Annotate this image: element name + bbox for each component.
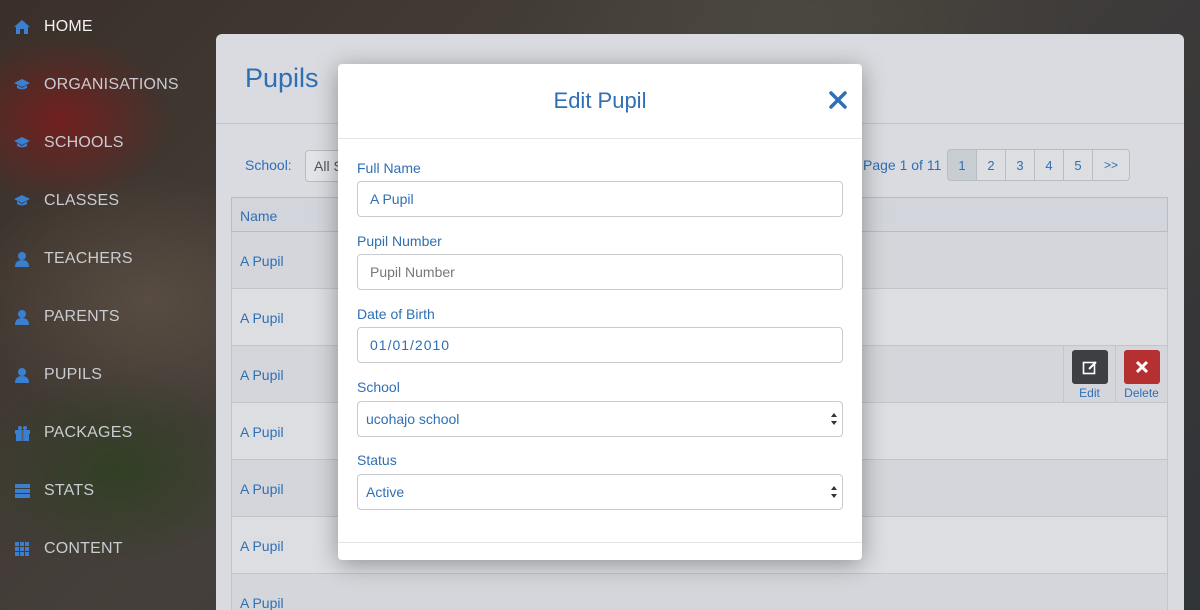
- pupil-name: A Pupil: [240, 481, 284, 497]
- status-label: Status: [357, 452, 397, 468]
- dob-field[interactable]: 01/01/2010: [357, 327, 843, 363]
- page-title: Pupils: [245, 63, 319, 93]
- pupil-name: A Pupil: [240, 538, 284, 554]
- graduation-cap-icon: [0, 137, 44, 149]
- sidebar-item-teachers[interactable]: TEACHERS: [0, 239, 216, 279]
- page-link-2[interactable]: 2: [976, 149, 1006, 181]
- sidebar-item-packages[interactable]: PACKAGES: [0, 413, 216, 453]
- sidebar-item-pupils[interactable]: PUPILS: [0, 355, 216, 395]
- sidebar-item-organisations[interactable]: ORGANISATIONS: [0, 65, 216, 105]
- school-label: School: [357, 379, 400, 395]
- status-select-value: Active: [366, 484, 405, 500]
- pupil-name: A Pupil: [240, 424, 284, 440]
- graduation-cap-icon: [0, 195, 44, 207]
- sidebar-item-label: PUPILS: [44, 366, 103, 383]
- delete-label: Delete: [1124, 386, 1159, 400]
- page-info: Page 1 of 11: [863, 157, 942, 173]
- edit-button[interactable]: Edit: [1063, 346, 1115, 402]
- sidebar-item-label: PACKAGES: [44, 424, 133, 441]
- pupil-name: A Pupil: [240, 310, 284, 326]
- page-link-4[interactable]: 4: [1034, 149, 1064, 181]
- grid-icon: [0, 542, 44, 556]
- close-icon[interactable]: [828, 90, 848, 110]
- pupil-name: A Pupil: [240, 367, 284, 383]
- page-link-1[interactable]: 1: [947, 149, 977, 181]
- select-caret-icon: [831, 486, 837, 498]
- sidebar: HOME ORGANISATIONS SCHOOLS CLASSES TEACH…: [0, 0, 216, 610]
- sidebar-item-label: TEACHERS: [44, 250, 133, 267]
- school-select[interactable]: ucohajo school: [357, 401, 843, 437]
- modal-footer-divider: [338, 542, 862, 543]
- server-icon: [0, 484, 44, 498]
- edit-pupil-modal: Edit Pupil Full Name A Pupil Pupil Numbe…: [338, 64, 862, 560]
- home-icon: [0, 20, 44, 34]
- sidebar-item-schools[interactable]: SCHOOLS: [0, 123, 216, 163]
- status-select[interactable]: Active: [357, 474, 843, 510]
- school-filter-label: School:: [245, 157, 292, 173]
- sidebar-item-label: ORGANISATIONS: [44, 76, 179, 93]
- page-link-next[interactable]: >>: [1092, 149, 1130, 181]
- sidebar-item-label: SCHOOLS: [44, 134, 124, 151]
- modal-title: Edit Pupil: [553, 88, 647, 113]
- sidebar-item-stats[interactable]: STATS: [0, 471, 216, 511]
- graduation-cap-icon: [0, 79, 44, 91]
- page-link-3[interactable]: 3: [1005, 149, 1035, 181]
- sidebar-item-label: CLASSES: [44, 192, 120, 209]
- user-icon: [0, 309, 44, 325]
- delete-button[interactable]: Delete: [1115, 346, 1167, 402]
- pagination: 1 2 3 4 5 >>: [947, 149, 1130, 181]
- user-icon: [0, 251, 44, 267]
- sidebar-item-label: HOME: [44, 18, 93, 35]
- modal-header: Edit Pupil: [338, 64, 862, 139]
- dob-label: Date of Birth: [357, 306, 435, 322]
- sidebar-item-label: CONTENT: [44, 540, 123, 557]
- edit-icon: [1071, 350, 1108, 384]
- close-icon: [1123, 350, 1160, 384]
- edit-label: Edit: [1079, 386, 1100, 400]
- select-caret-icon: [831, 413, 837, 425]
- pupil-number-field[interactable]: Pupil Number: [357, 254, 843, 290]
- sidebar-item-parents[interactable]: PARENTS: [0, 297, 216, 337]
- sidebar-item-content[interactable]: CONTENT: [0, 529, 216, 569]
- full-name-field[interactable]: A Pupil: [357, 181, 843, 217]
- pupil-name: A Pupil: [240, 253, 284, 269]
- pupil-name: A Pupil: [240, 595, 284, 610]
- gift-icon: [0, 425, 44, 441]
- school-select-value: ucohajo school: [366, 411, 460, 427]
- sidebar-item-classes[interactable]: CLASSES: [0, 181, 216, 221]
- sidebar-item-label: STATS: [44, 482, 95, 499]
- row-actions: Edit Delete: [1063, 346, 1167, 402]
- sidebar-item-home[interactable]: HOME: [0, 7, 216, 47]
- sidebar-item-label: PARENTS: [44, 308, 120, 325]
- user-icon: [0, 367, 44, 383]
- full-name-label: Full Name: [357, 160, 421, 176]
- table-row: A Pupil: [231, 574, 1168, 610]
- page-link-5[interactable]: 5: [1063, 149, 1093, 181]
- pupil-number-label: Pupil Number: [357, 233, 442, 249]
